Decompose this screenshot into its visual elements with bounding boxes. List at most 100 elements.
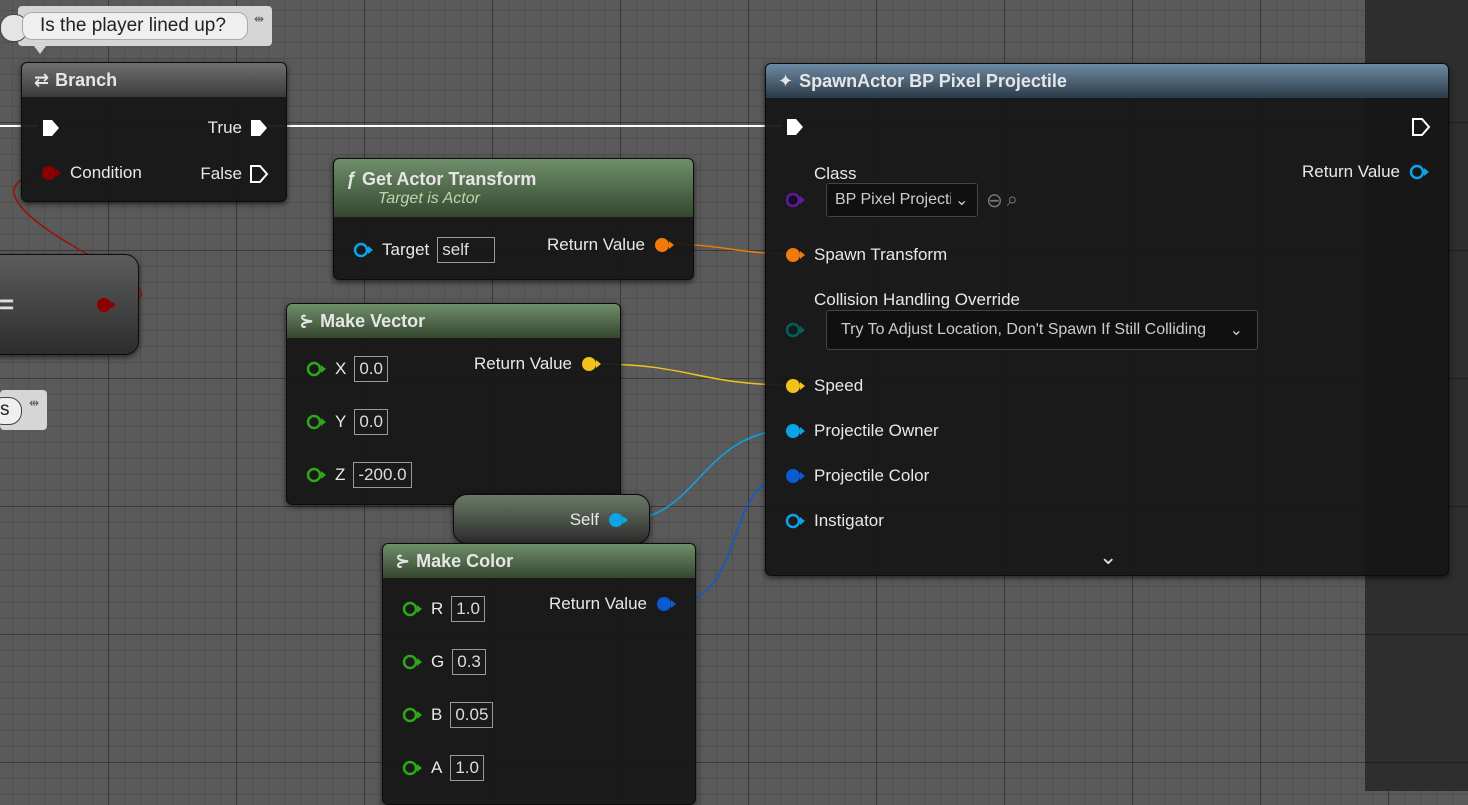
spawn-actor-header[interactable]: ✦ SpawnActor BP Pixel Projectile [766,64,1448,98]
exec-pin-icon[interactable] [40,117,62,139]
branch-condition-label: Condition [70,163,142,182]
class-label: Class [814,164,857,183]
class-pin-icon[interactable] [784,191,806,209]
make-color-header[interactable]: ⊱ Make Color [383,544,695,578]
vector-y-input[interactable]: Y 0.0 [305,409,388,435]
object-pin-icon[interactable] [352,241,374,259]
target-input[interactable]: Target self [352,237,496,263]
class-dropdown[interactable]: BP Pixel Projecti ⌄ [826,183,978,217]
class-label-row: Class [814,164,857,184]
spawn-transform-input[interactable]: Spawn Transform [784,245,947,265]
browse-search-icon[interactable]: ⌕ [1007,189,1018,212]
color-r-input[interactable]: R 1.0 [401,596,485,622]
make-color-node[interactable]: ⊱ Make Color R 1.0 G 0.3 B 0.05 A 1.0 Re… [382,543,696,805]
chevron-down-icon: ⌄ [1229,322,1243,339]
use-selected-icon[interactable]: ⊖ [986,188,1003,213]
branch-exec-in[interactable] [40,117,62,139]
branch-false-output[interactable]: False [200,163,270,185]
expand-chevron-icon[interactable]: ⌄ [1099,544,1117,570]
transform-return-output[interactable]: Return Value [547,235,675,255]
color-a-input[interactable]: A 1.0 [401,755,484,781]
spawn-actor-title: SpawnActor BP Pixel Projectile [799,70,1067,91]
collision-input[interactable]: Try To Adjust Location, Don't Spawn If S… [784,310,1258,350]
object-pin-icon[interactable] [1408,163,1430,181]
vector-pin-icon[interactable] [784,377,806,395]
object-pin-icon[interactable] [784,512,806,530]
make-vector-title: Make Vector [320,310,426,331]
vector-z-field[interactable]: -200.0 [353,462,412,488]
linear-color-pin-icon[interactable] [784,467,806,485]
transform-pin-icon[interactable] [784,246,806,264]
color-b-field[interactable]: 0.05 [450,702,494,728]
enum-pin-icon[interactable] [784,321,806,339]
make-vector-node[interactable]: ⊱ Make Vector X 0.0 Y 0.0 Z -200.0 Retur… [286,303,621,505]
comment-bubble-left[interactable]: s ⇹ [0,390,47,430]
color-r-label: R [431,599,444,618]
target-label: Target [382,240,430,259]
speed-input[interactable]: Speed [784,376,863,396]
pin-icon[interactable]: ⇹ [29,396,39,410]
vector-y-field[interactable]: 0.0 [354,409,388,435]
color-r-field[interactable]: 1.0 [451,596,485,622]
color-a-field[interactable]: 1.0 [450,755,484,781]
self-output[interactable]: Self [570,510,629,530]
branch-icon: ⇄ [34,69,50,90]
make-vector-header[interactable]: ⊱ Make Vector [287,304,620,338]
target-value-field[interactable]: self [437,237,496,263]
exec-pin-icon[interactable] [1410,116,1432,138]
get-actor-transform-header[interactable]: ƒ Get Actor Transform Target is Actor [334,159,693,217]
exec-pin-icon[interactable] [784,116,806,138]
float-pin-icon[interactable] [305,360,327,378]
vector-return-output[interactable]: Return Value [474,354,602,374]
color-return-output[interactable]: Return Value [549,594,677,614]
branch-node[interactable]: ⇄ Branch True Condition False [21,62,287,202]
vector-return-label: Return Value [474,354,572,373]
collision-dropdown[interactable]: Try To Adjust Location, Don't Spawn If S… [826,310,1258,350]
projectile-color-input[interactable]: Projectile Color [784,466,929,486]
get-actor-transform-node[interactable]: ƒ Get Actor Transform Target is Actor Ta… [333,158,694,280]
object-pin-icon[interactable] [607,511,629,529]
exec-pin-icon[interactable] [248,163,270,185]
color-b-input[interactable]: B 0.05 [401,702,494,728]
make-struct-icon: ⊱ [299,310,315,331]
exec-pin-icon[interactable] [248,117,270,139]
vector-z-label: Z [335,465,346,484]
color-a-label: A [431,758,443,777]
branch-condition-input[interactable]: Condition [40,163,142,183]
bool-pin-icon[interactable] [40,164,62,182]
vector-x-field[interactable]: 0.0 [354,356,388,382]
spawn-exec-out[interactable] [1410,116,1432,138]
pin-icon[interactable]: ⇹ [254,12,264,26]
float-pin-icon[interactable] [305,413,327,431]
float-pin-icon[interactable] [401,759,423,777]
object-pin-icon[interactable] [784,422,806,440]
vector-x-input[interactable]: X 0.0 [305,356,388,382]
spawn-actor-node[interactable]: ✦ SpawnActor BP Pixel Projectile Class B… [765,63,1449,576]
make-struct-icon: ⊱ [395,550,411,571]
spawn-return-output[interactable]: Return Value [1302,162,1430,182]
float-pin-icon[interactable] [401,706,423,724]
bool-pin-icon[interactable] [95,296,117,314]
color-g-field[interactable]: 0.3 [452,649,486,675]
branch-true-output[interactable]: True [208,117,270,139]
spawn-exec-in[interactable] [784,116,806,138]
projectile-owner-input[interactable]: Projectile Owner [784,421,939,441]
color-return-label: Return Value [549,594,647,613]
return-value-label: Return Value [547,235,645,254]
float-pin-icon[interactable] [305,466,327,484]
vector-z-input[interactable]: Z -200.0 [305,462,412,488]
instigator-input[interactable]: Instigator [784,511,884,531]
comment-bubble-top[interactable]: Is the player lined up? ⇹ [0,6,272,46]
collision-label-row: Collision Handling Override [814,290,1020,310]
branch-header[interactable]: ⇄ Branch [22,63,286,97]
get-actor-transform-title: Get Actor Transform [362,168,537,189]
float-pin-icon[interactable] [401,600,423,618]
vector-pin-icon[interactable] [580,355,602,373]
color-g-input[interactable]: G 0.3 [401,649,486,675]
linear-color-pin-icon[interactable] [655,595,677,613]
self-node[interactable]: Self [453,494,650,544]
float-pin-icon[interactable] [401,653,423,671]
transform-pin-icon[interactable] [653,236,675,254]
compare-node[interactable]: = [0,254,139,355]
class-input[interactable]: BP Pixel Projecti ⌄ ⊖ ⌕ [784,183,1018,217]
